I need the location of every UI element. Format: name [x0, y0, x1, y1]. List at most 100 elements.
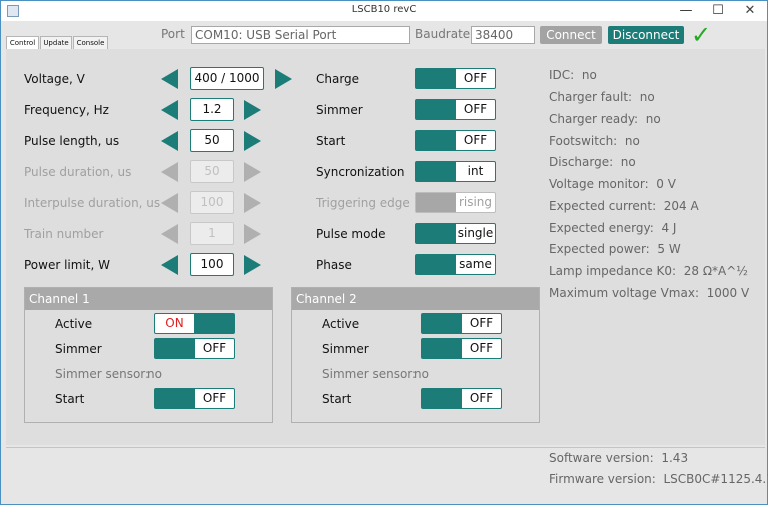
port-field[interactable]: COM10: USB Serial Port [191, 26, 410, 44]
channel-2-simmer-state: OFF [469, 341, 494, 355]
channel-2-active-toggle[interactable]: OFF [421, 313, 502, 334]
channel-1-start-state: OFF [202, 391, 227, 405]
param-label-voltage: Voltage, V [24, 72, 85, 86]
train-number-decrease-icon [161, 224, 178, 244]
pulse-duration-value: 50 [190, 160, 234, 183]
switch-label-triggering-edge: Triggering edge [316, 196, 410, 210]
status-label: Charger ready: [549, 112, 639, 126]
voltage-increase-icon[interactable] [275, 69, 292, 89]
channel-1-simmer-toggle[interactable]: OFF [154, 338, 235, 359]
close-button[interactable]: ✕ [735, 1, 765, 21]
channel-2-active-label: Active [322, 317, 360, 331]
channel-1-simmer-state: OFF [202, 341, 227, 355]
status-value: 204 A [663, 199, 699, 213]
disconnect-button[interactable]: Disconnect [608, 26, 684, 44]
status-value: 1000 V [706, 286, 750, 300]
start-toggle-state: OFF [463, 133, 488, 147]
window-title: LSCB10 revC [351, 4, 417, 15]
channel-1-active-toggle[interactable]: ON [154, 313, 235, 334]
train-number-value: 1 [190, 222, 234, 245]
channel-2-start-toggle[interactable]: OFF [421, 388, 502, 409]
status-value: no [620, 155, 636, 169]
tab-control[interactable]: Control [6, 36, 39, 49]
channel-1-start-toggle[interactable]: OFF [154, 388, 235, 409]
status-charger-fault: Charger fault: no [549, 90, 655, 104]
pulse-length-decrease-icon[interactable] [161, 131, 178, 151]
param-label-pulse-length: Pulse length, us [24, 134, 120, 148]
baudrate-label: Baudrate [415, 27, 471, 41]
status-value: 0 V [656, 177, 676, 191]
channel-2-title: Channel 2 [292, 288, 539, 310]
pulse-length-value[interactable]: 50 [190, 129, 234, 152]
param-label-pulse-duration: Pulse duration, us [24, 165, 132, 179]
pulse-length-increase-icon[interactable] [244, 131, 261, 151]
power-limit-increase-icon[interactable] [244, 255, 261, 275]
status-expected-current: Expected current: 204 A [549, 199, 699, 213]
param-label-power-limit: Power limit, W [24, 258, 110, 272]
param-label-train-number: Train number [24, 227, 104, 241]
channel-2-simmer-label: Simmer [322, 342, 369, 356]
software-version-label: Software version: [549, 451, 654, 465]
interpulse-increase-icon [244, 193, 261, 213]
baudrate-field[interactable]: 38400 [471, 26, 535, 44]
interpulse-value: 100 [190, 191, 234, 214]
channel-2-simmer-toggle[interactable]: OFF [421, 338, 502, 359]
firmware-version: Firmware version: LSCB0C#1125.4.14 [549, 472, 768, 486]
software-version-value: 1.43 [661, 451, 689, 465]
status-label: Footswitch: [549, 134, 618, 148]
maximize-button[interactable]: ☐ [703, 1, 733, 21]
pulse-mode-toggle[interactable]: single [415, 223, 496, 244]
tab-console[interactable]: Console [73, 36, 108, 49]
status-label: Expected current: [549, 199, 657, 213]
power-limit-value[interactable]: 100 [190, 253, 234, 276]
phase-toggle-state: same [459, 257, 492, 271]
connect-button[interactable]: Connect [540, 26, 602, 44]
connected-check-icon: ✓ [691, 21, 712, 49]
status-footswitch: Footswitch: no [549, 134, 640, 148]
switch-label-simmer: Simmer [316, 103, 363, 117]
tab-update[interactable]: Update [40, 36, 72, 49]
simmer-toggle[interactable]: OFF [415, 99, 496, 120]
phase-toggle[interactable]: same [415, 254, 496, 275]
frequency-value[interactable]: 1.2 [190, 98, 234, 121]
frequency-increase-icon[interactable] [244, 100, 261, 120]
triggering-edge-toggle-state: rising [458, 195, 493, 209]
footer-divider [6, 447, 765, 448]
channel-1-sensor-value: no [147, 367, 162, 381]
power-limit-decrease-icon[interactable] [161, 255, 178, 275]
voltage-value[interactable]: 400 / 1000 [190, 67, 264, 90]
frequency-decrease-icon[interactable] [161, 100, 178, 120]
param-label-interpulse-duration: Interpulse duration, us [24, 196, 161, 210]
simmer-toggle-state: OFF [463, 102, 488, 116]
status-voltage-monitor: Voltage monitor: 0 V [549, 177, 676, 191]
syncronization-toggle[interactable]: int [415, 161, 496, 182]
switch-label-charge: Charge [316, 72, 360, 86]
channel-1-title: Channel 1 [25, 288, 272, 310]
status-label: IDC: [549, 68, 575, 82]
status-discharge: Discharge: no [549, 155, 636, 169]
status-value: 4 J [661, 221, 677, 235]
channel-2-sensor-label: Simmer sensor: [322, 367, 417, 381]
title-bar: LSCB10 revC — ☐ ✕ [1, 1, 767, 21]
channel-2-active-state: OFF [469, 316, 494, 330]
voltage-decrease-icon[interactable] [161, 69, 178, 89]
status-lamp-impedance: Lamp impedance K0: 28 Ω*A^½ [549, 264, 748, 278]
status-value: no [645, 112, 661, 126]
status-idc: IDC: no [549, 68, 597, 82]
status-label: Charger fault: [549, 90, 633, 104]
syncronization-toggle-state: int [467, 164, 484, 178]
firmware-version-label: Firmware version: [549, 472, 656, 486]
pulse-duration-decrease-icon [161, 162, 178, 182]
software-version: Software version: 1.43 [549, 451, 688, 465]
charge-toggle[interactable]: OFF [415, 68, 496, 89]
status-label: Discharge: [549, 155, 614, 169]
status-expected-power: Expected power: 5 W [549, 242, 681, 256]
param-label-frequency: Frequency, Hz [24, 103, 109, 117]
status-value: 28 Ω*A^½ [683, 264, 748, 278]
status-label: Voltage monitor: [549, 177, 649, 191]
start-toggle[interactable]: OFF [415, 130, 496, 151]
switch-label-syncronization: Syncronization [316, 165, 405, 179]
minimize-button[interactable]: — [671, 1, 701, 21]
status-label: Lamp impedance K0: [549, 264, 677, 278]
channel-2-start-state: OFF [469, 391, 494, 405]
